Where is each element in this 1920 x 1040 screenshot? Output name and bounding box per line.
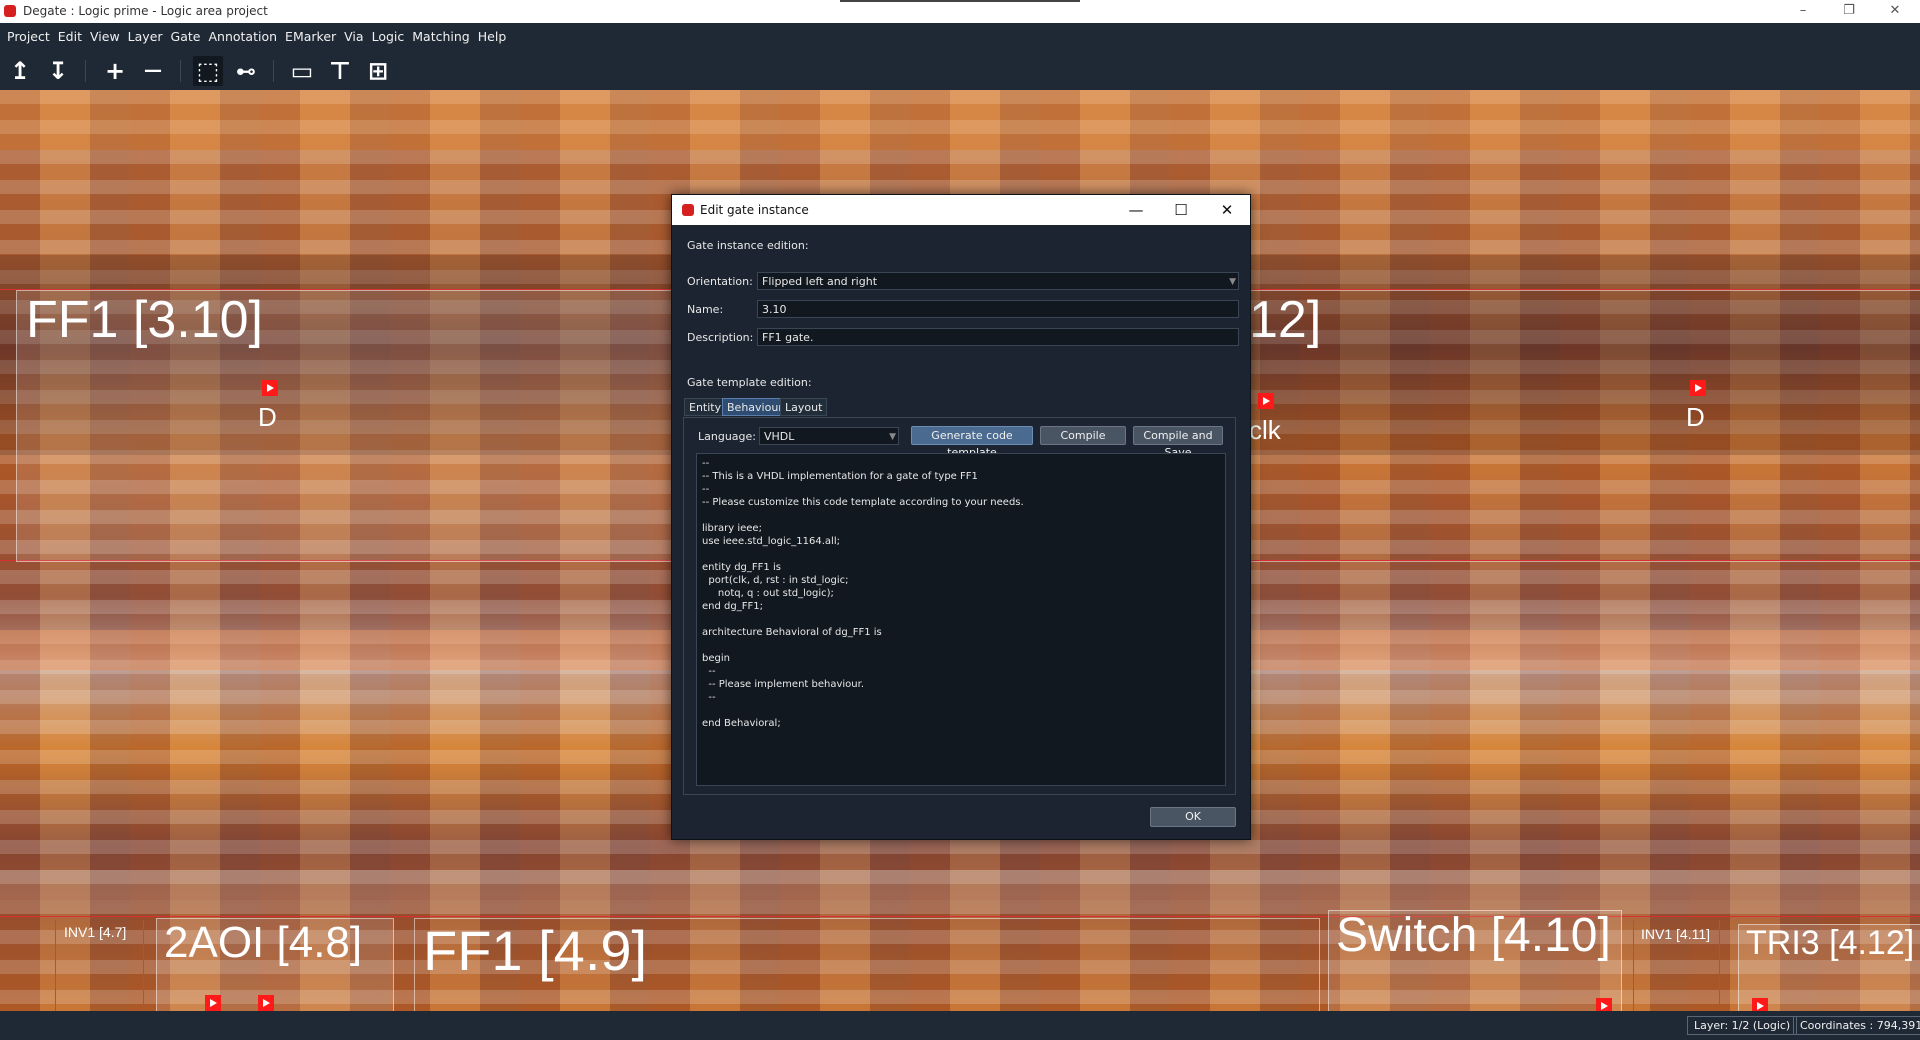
edit-gate-instance-dialog: Edit gate instance — ☐ ✕ Gate instance e… xyxy=(671,194,1251,840)
port-label: D xyxy=(1686,402,1705,432)
orientation-select[interactable]: Flipped left and right ▼ xyxy=(757,272,1239,290)
window-title-bar: Degate : Logic prime - Logic area projec… xyxy=(0,0,1920,23)
tab-layout[interactable]: Layout xyxy=(780,398,828,416)
gate-3-12[interactable] xyxy=(1249,290,1920,562)
template-icon[interactable]: ⊤ xyxy=(325,56,355,86)
menu-help[interactable]: Help xyxy=(474,23,511,44)
layer-status: Layer: 1/2 (Logic) xyxy=(1687,1016,1798,1035)
app-logo-icon xyxy=(682,204,694,216)
tab-behaviour[interactable]: Behaviour xyxy=(722,398,788,416)
window-close-button[interactable]: ✕ xyxy=(1872,0,1918,23)
port-marker[interactable] xyxy=(262,380,278,396)
coordinates-status: Coordinates : 794,391 xyxy=(1793,1016,1920,1035)
layer-down-icon[interactable]: ↧ xyxy=(43,56,73,86)
menu-emarker[interactable]: EMarker xyxy=(281,23,340,44)
generate-code-template-button[interactable]: Generate code template xyxy=(911,426,1033,459)
dialog-title: Edit gate instance xyxy=(700,203,809,217)
orientation-value: Flipped left and right xyxy=(762,275,878,288)
zoom-out-icon[interactable]: — xyxy=(138,56,168,86)
gate-label: FF1 [4.9] xyxy=(423,919,648,982)
window-title: Degate : Logic prime - Logic area projec… xyxy=(23,4,268,18)
metal-band xyxy=(0,90,1920,150)
gate-border xyxy=(143,920,144,1011)
status-bar: Layer: 1/2 (Logic) Coordinates : 794,391 xyxy=(0,1011,1920,1040)
gate-label: FF1 [3.10] xyxy=(26,291,263,349)
toolbar: ↥ ↧ + — ⬚ ⊷ ▭ ⊤ ⊞ xyxy=(0,50,1920,90)
gate-label: INV1 [4.11] xyxy=(1641,926,1711,942)
language-select[interactable]: VHDL ▼ xyxy=(759,427,899,445)
port-marker[interactable] xyxy=(1752,998,1768,1011)
title-bar-accent-line xyxy=(840,0,1080,2)
chevron-down-icon: ▼ xyxy=(1229,277,1236,287)
gate-border xyxy=(55,920,56,1011)
description-input[interactable]: FF1 gate. xyxy=(757,328,1239,346)
port-label: D xyxy=(258,402,277,432)
gate-border xyxy=(1719,920,1720,1011)
dialog-close-button[interactable]: ✕ xyxy=(1212,199,1242,221)
chevron-down-icon: ▼ xyxy=(889,432,896,442)
code-editor[interactable]: -- -- This is a VHDL implementation for … xyxy=(696,453,1226,786)
menu-via[interactable]: Via xyxy=(340,23,367,44)
dialog-title-bar: Edit gate instance — ☐ ✕ xyxy=(672,195,1250,225)
area-selection-icon[interactable]: ⬚ xyxy=(193,56,223,86)
dialog-maximize-button[interactable]: ☐ xyxy=(1166,199,1196,221)
compile-button[interactable]: Compile xyxy=(1040,426,1126,445)
port-marker[interactable] xyxy=(1258,393,1274,409)
window-restore-button[interactable]: ❐ xyxy=(1826,0,1872,23)
ok-button[interactable]: OK xyxy=(1150,807,1236,827)
menu-annotation[interactable]: Annotation xyxy=(204,23,281,44)
wire-tool-icon[interactable]: ⊷ xyxy=(231,56,261,86)
name-label: Name: xyxy=(687,303,724,316)
instance-section-heading: Gate instance edition: xyxy=(687,239,809,252)
menu-bar: Project Edit View Layer Gate Annotation EMarke… xyxy=(0,23,1920,50)
orientation-label: Orientation: xyxy=(687,275,753,288)
menu-project[interactable]: Project xyxy=(3,23,54,44)
menu-view[interactable]: View xyxy=(86,23,124,44)
gate-label: Switch [4.10] xyxy=(1336,909,1611,962)
toolbar-separator xyxy=(85,60,86,82)
compile-and-save-button[interactable]: Compile and Save xyxy=(1133,426,1223,459)
gate-row-line xyxy=(0,916,1920,917)
template-section-heading: Gate template edition: xyxy=(687,376,812,389)
gate-label: INV1 [4.7] xyxy=(64,924,127,940)
app-logo-icon xyxy=(4,5,16,17)
port-marker[interactable] xyxy=(1596,998,1612,1011)
language-value: VHDL xyxy=(764,430,795,443)
menu-edit[interactable]: Edit xyxy=(54,23,86,44)
name-input[interactable]: 3.10 xyxy=(757,300,1239,318)
window-minimize-button[interactable]: – xyxy=(1780,0,1826,23)
layout-icon[interactable]: ⊞ xyxy=(363,56,393,86)
gate-border xyxy=(1633,920,1634,1011)
language-label: Language: xyxy=(698,430,756,443)
tab-entity[interactable]: Entity xyxy=(684,398,727,416)
toolbar-separator xyxy=(273,60,274,82)
gate-library-icon[interactable]: ▭ xyxy=(287,56,317,86)
menu-logic[interactable]: Logic xyxy=(368,23,409,44)
gate-label: TRI3 [4.12] xyxy=(1746,924,1915,962)
description-label: Description: xyxy=(687,331,754,344)
metal-band xyxy=(0,870,1920,900)
zoom-in-icon[interactable]: + xyxy=(100,56,130,86)
menu-gate[interactable]: Gate xyxy=(167,23,205,44)
port-marker[interactable] xyxy=(1690,380,1706,396)
menu-matching[interactable]: Matching xyxy=(408,23,473,44)
gate-label: 2AOI [4.8] xyxy=(164,918,363,967)
toolbar-separator xyxy=(180,60,181,82)
port-label: clk xyxy=(1249,415,1281,445)
layer-up-icon[interactable]: ↥ xyxy=(5,56,35,86)
dialog-minimize-button[interactable]: — xyxy=(1121,199,1151,221)
gate-label: 12] xyxy=(1249,291,1322,349)
port-marker[interactable] xyxy=(205,995,221,1011)
menu-layer[interactable]: Layer xyxy=(124,23,167,44)
port-marker[interactable] xyxy=(258,995,274,1011)
behaviour-panel: Language: VHDL ▼ Generate code template … xyxy=(683,417,1236,795)
